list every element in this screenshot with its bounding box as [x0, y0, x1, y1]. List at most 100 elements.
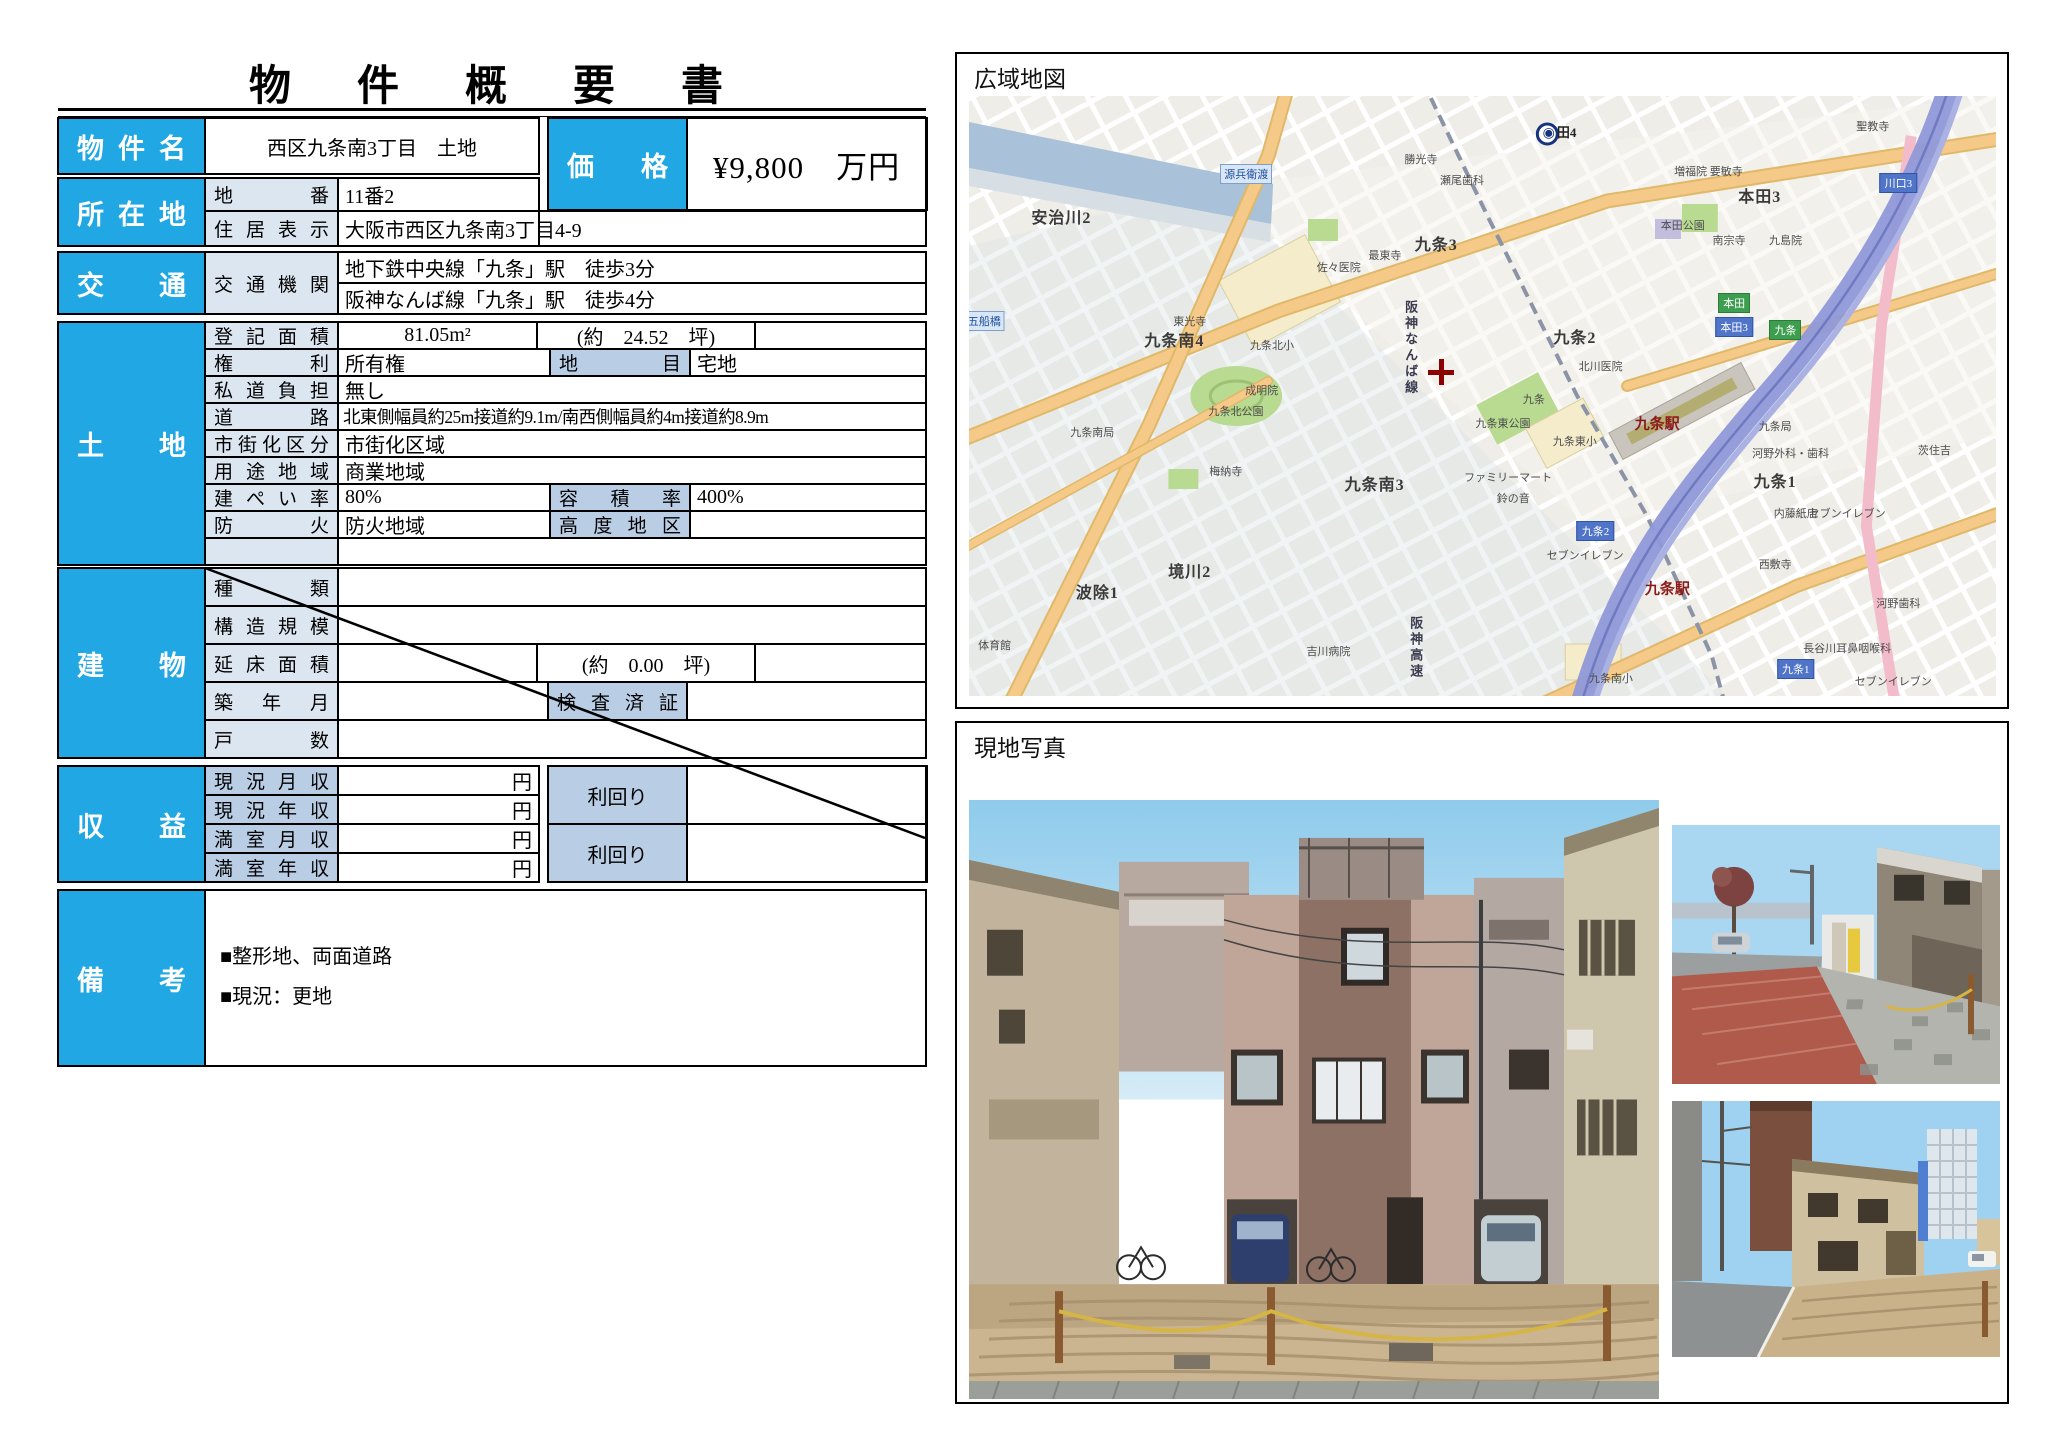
land-category-text: 宅地 — [697, 348, 737, 377]
building-type-label-text: 種類 — [206, 574, 337, 601]
floor-area-label-text: 延床面積 — [206, 650, 337, 677]
road-label: 道路 — [205, 403, 338, 430]
map-label: 北川医院 — [1579, 358, 1623, 374]
property-name-value: 西区九条南3丁目 土地 — [205, 118, 539, 174]
land-header: 土地 — [58, 322, 205, 565]
property-summary-page: { "doc": { "title": "物 件 概 要 書" }, "prop… — [0, 0, 2056, 1454]
zoning-label-text: 用途地域 — [206, 457, 337, 484]
fire-label-text: 防火 — [206, 511, 337, 538]
income-row-unit: 円 — [512, 766, 532, 795]
map-label: 九条北小 — [1250, 337, 1294, 353]
floor-ratio-label: 容積率 — [550, 484, 690, 511]
private-road-value: 無し — [338, 376, 926, 403]
map-label: 河野外科・歯科 — [1752, 445, 1829, 461]
building-structure-label-text: 構造規模 — [206, 612, 337, 639]
property-name-header-label: 物件名 — [59, 127, 204, 166]
floor-ratio-label-text: 容積率 — [551, 484, 689, 511]
land-area-label: 登記面積 — [205, 322, 338, 349]
map-label: 本田 — [1718, 293, 1750, 313]
title-divider — [58, 108, 926, 117]
map-label: 九条南局 — [1070, 424, 1114, 440]
map-label: 九条駅 — [1645, 578, 1690, 599]
map-label: 佐々医院 — [1317, 259, 1361, 275]
land-rights-value: 所有権 — [338, 349, 550, 376]
urbanization-value: 市街化区域 — [338, 430, 926, 457]
urbanization-text: 市街化区域 — [345, 429, 445, 458]
land-area-value: 81.05m² — [338, 322, 537, 349]
lot-number-label-text: 地番 — [206, 181, 337, 208]
private-road-text: 無し — [345, 375, 385, 404]
map-label: 茨住吉 — [1918, 442, 1951, 458]
land-area-text: 81.05m² — [404, 324, 471, 347]
income-row-unit: 円 — [512, 824, 532, 853]
map-label: 西敷寺 — [1759, 556, 1792, 572]
private-road-label: 私道負担 — [205, 376, 338, 403]
map-label: セブンイレブン — [1809, 505, 1886, 521]
map-label: 九条1 — [1754, 468, 1797, 492]
urbanization-label-text: 市街化区分 — [206, 430, 337, 457]
built-date-label: 築年月 — [205, 682, 338, 720]
street-photo-2 — [1672, 1101, 2000, 1357]
building-header: 建物 — [58, 568, 205, 758]
coverage-label: 建ぺい率 — [205, 484, 338, 511]
land-rights-label-text: 権利 — [206, 349, 337, 376]
income-row-label: 現況月収 — [205, 766, 338, 795]
price-value: ¥9,800 万円 — [687, 118, 926, 210]
map-label: 川口3 — [1880, 173, 1918, 193]
map-label: 瀬尾歯科 — [1440, 172, 1484, 188]
address-value: 大阪市西区九条南3丁目4-9 — [338, 211, 926, 246]
transport-line-2: 阪神なんば線「九条」駅 徒歩4分 — [338, 283, 926, 314]
map-label: セブンイレブン — [1855, 673, 1932, 689]
coverage-text: 80% — [345, 486, 382, 509]
income-row-label-text: 現況年収 — [206, 796, 337, 823]
income-header: 収益 — [58, 766, 205, 882]
income-row-value: 円 — [338, 824, 539, 853]
map-label: 増福院 要敏寺 — [1674, 163, 1743, 179]
floor-area-label: 延床面積 — [205, 644, 338, 682]
lot-number-label: 地番 — [205, 178, 338, 211]
map-labels: 源兵衛渡安治川2勝光寺瀬尾歯科田4増福院 要敏寺本田3川口3聖教寺本田公園南宗寺… — [969, 96, 1996, 696]
land-header-label: 土地 — [59, 424, 204, 463]
map-label: 九条3 — [1415, 231, 1458, 255]
land-category-value: 宅地 — [690, 349, 926, 376]
land-area-tsubo-text: (約 24.52 坪) — [577, 321, 715, 350]
land-area-extra — [755, 322, 926, 349]
floor-area-extra — [755, 644, 926, 682]
street-photo-1 — [1672, 825, 2000, 1084]
main-photo-vacant-lot — [969, 800, 1659, 1399]
income-row-value: 円 — [338, 853, 539, 882]
income-row-value: 円 — [338, 766, 539, 795]
land-category-label: 地目 — [550, 349, 690, 376]
map-label: 九条東公園 — [1476, 415, 1531, 431]
fire-label: 防火 — [205, 511, 338, 538]
road-label-text: 道路 — [206, 403, 337, 430]
floor-area-tsubo-text: (約 0.00 坪) — [582, 649, 710, 678]
land-area-tsubo: (約 24.52 坪) — [537, 322, 755, 349]
yield-label-2: 利回り — [548, 824, 687, 882]
map-label: 長谷川耳鼻咽喉科 — [1803, 640, 1891, 656]
private-road-label-text: 私道負担 — [206, 376, 337, 403]
income-row-value: 円 — [338, 795, 539, 824]
coverage-label-text: 建ぺい率 — [206, 484, 337, 511]
lot-number-value: 11番2 — [338, 178, 539, 211]
map-label: 最東寺 — [1368, 247, 1401, 263]
map-label: 九島院 — [1769, 232, 1802, 248]
transport-sub-label: 交通機関 — [205, 252, 338, 314]
height-district-label-text: 高度地区 — [551, 511, 689, 538]
yield-label-2-text: 利回り — [549, 839, 686, 868]
street-photo-1-art — [1672, 825, 2000, 1084]
address-label: 住居表示 — [205, 211, 338, 246]
map-label: 五船橋 — [969, 311, 1005, 331]
map-label: 九条南4 — [1144, 327, 1204, 351]
building-structure-value — [338, 606, 926, 644]
map-label: 九条 — [1523, 391, 1545, 407]
map-label: 阪神高速 — [1406, 616, 1425, 680]
location-header: 所在地 — [58, 178, 205, 246]
price-text: ¥9,800 万円 — [713, 142, 900, 187]
remark-line-2: ■現況：更地 — [220, 986, 332, 1008]
land-rights-label: 権利 — [205, 349, 338, 376]
map-label: 体育館 — [978, 637, 1011, 653]
transport-header: 交通 — [58, 252, 205, 314]
map-label: 九条 — [1769, 320, 1801, 340]
map-label: 九条南小 — [1589, 670, 1633, 686]
